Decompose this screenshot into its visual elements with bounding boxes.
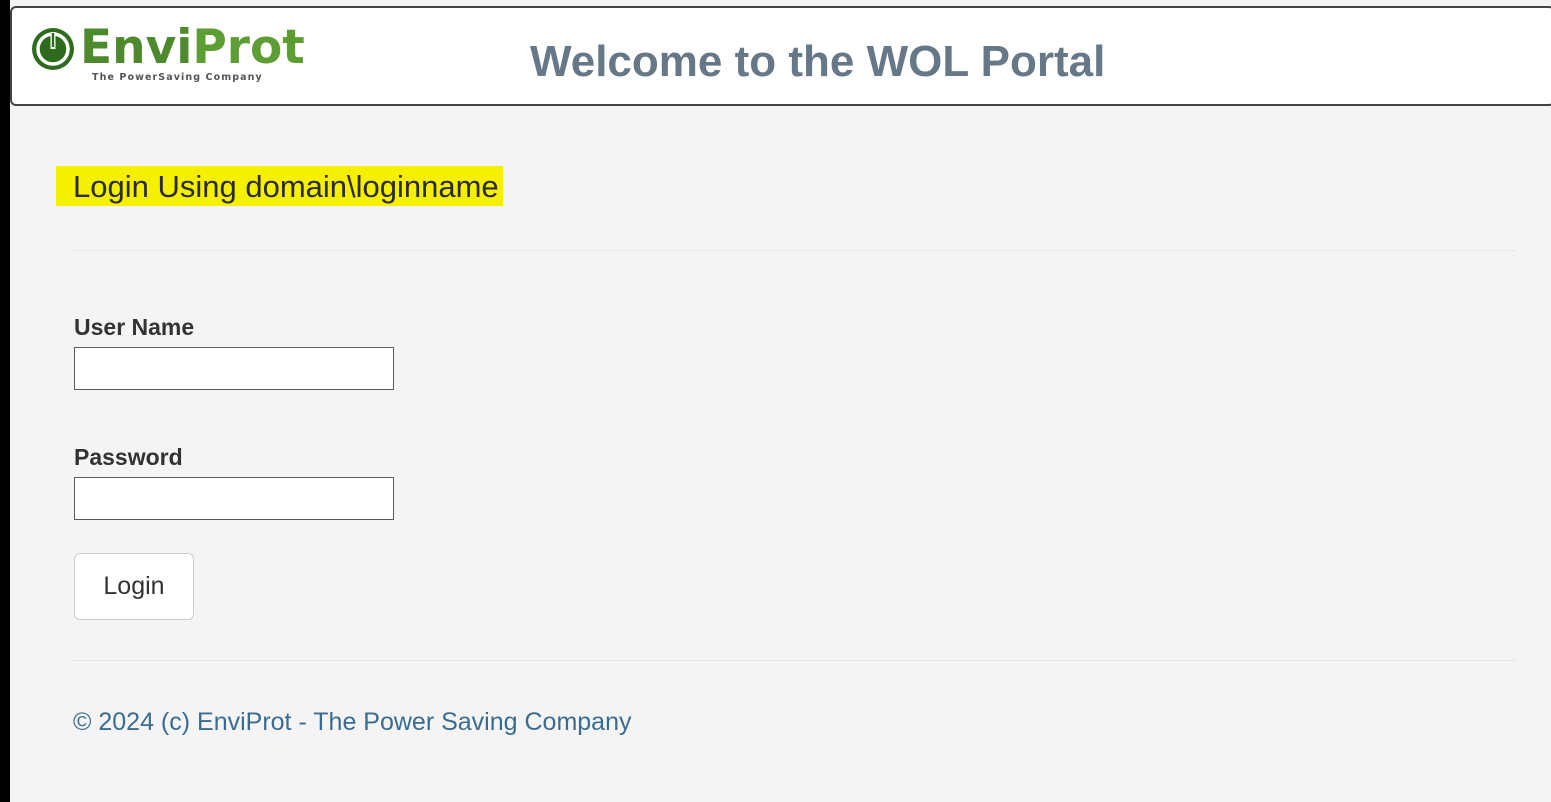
divider-top: [73, 250, 1516, 251]
password-input[interactable]: [74, 477, 394, 520]
login-button[interactable]: Login: [74, 553, 194, 620]
logo-word-part1: Envi: [80, 20, 193, 75]
header-bar: EnviProt The PowerSaving Company Welcome…: [10, 6, 1551, 106]
power-icon: [32, 28, 74, 70]
username-label: User Name: [74, 314, 195, 340]
logo-word-part2: Prot: [192, 20, 305, 75]
logo-tagline: The PowerSaving Company: [92, 72, 263, 83]
footer-copyright: © 2024 (c) EnviProt - The Power Saving C…: [73, 708, 632, 736]
page-frame: EnviProt The PowerSaving Company Welcome…: [10, 0, 1551, 802]
password-label: Password: [74, 444, 183, 470]
company-logo[interactable]: EnviProt The PowerSaving Company: [28, 20, 338, 102]
login-instructions-heading: Login Using domain\loginname: [56, 166, 503, 206]
logo-wordmark: EnviProt: [80, 18, 305, 78]
divider-bottom: [73, 660, 1516, 661]
username-input[interactable]: [74, 347, 394, 390]
page-title: Welcome to the WOL Portal: [530, 37, 1106, 86]
